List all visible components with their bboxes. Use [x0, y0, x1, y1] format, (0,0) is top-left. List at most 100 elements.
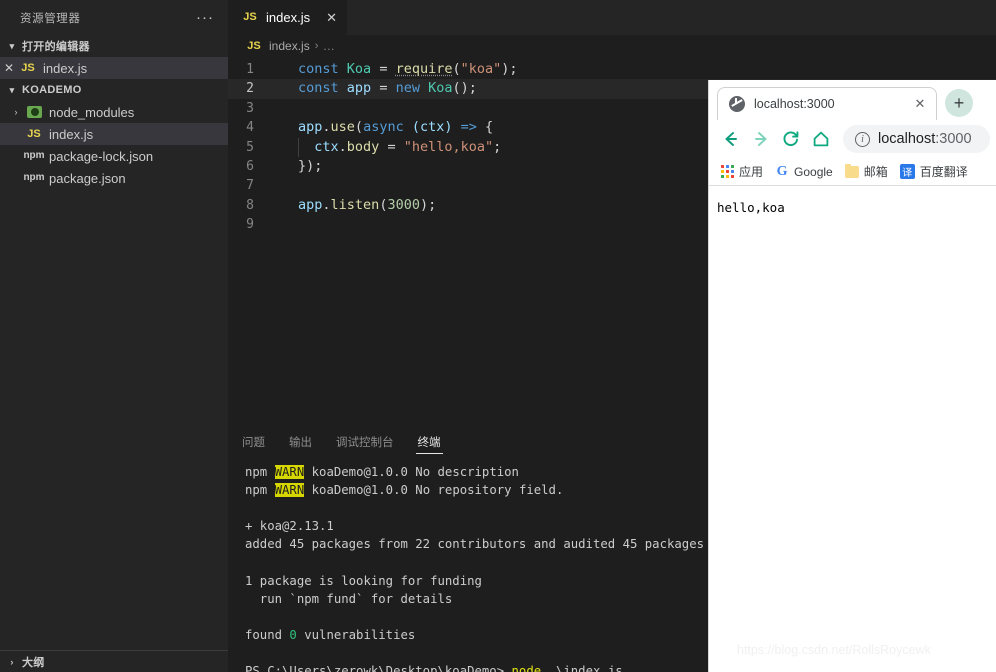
page-content: hello,koa: [709, 186, 996, 672]
more-actions-icon[interactable]: ···: [196, 10, 214, 25]
token-punct: ();: [452, 80, 477, 97]
terminal-line: found 0 vulnerabilities: [245, 628, 415, 642]
js-file-icon: JS: [243, 11, 257, 23]
warn-badge: WARN: [274, 483, 305, 498]
line-number: 7: [246, 178, 254, 194]
section-koademo[interactable]: ▾ KOADEMO: [0, 79, 228, 101]
terminal-line: run `npm fund` for details: [245, 591, 453, 606]
address-bar[interactable]: i localhost:3000: [843, 125, 990, 153]
back-arrow-icon[interactable]: [717, 125, 745, 153]
token-type: Koa: [428, 80, 453, 97]
address-port: :3000: [935, 131, 972, 147]
breadcrumb: JS index.js › ...: [228, 35, 996, 57]
browser-tab-title: localhost:3000: [754, 97, 835, 111]
token-number: 3000: [387, 196, 420, 213]
token-punct: .: [338, 138, 347, 155]
editor-tabbar: JS index.js ✕: [228, 0, 996, 35]
section-outline[interactable]: › 大纲: [0, 650, 228, 672]
tab-output[interactable]: 输出: [287, 426, 314, 457]
chevron-right-icon[interactable]: ›: [8, 104, 24, 120]
open-editor-item-index-js[interactable]: ✕ JS index.js: [0, 57, 228, 79]
line-number: 9: [246, 217, 254, 233]
token-function: listen: [330, 196, 380, 213]
tree-item-package-json[interactable]: npm package.json: [0, 167, 228, 189]
npm-file-icon: npm: [23, 172, 45, 183]
close-icon[interactable]: ✕: [912, 96, 928, 112]
terminal-line: npm WARN koaDemo@1.0.0 No repository fie…: [245, 483, 563, 498]
token-operator: =: [379, 80, 388, 97]
bookmarks-bar: 应用 G Google 邮箱 译 百度翻译: [709, 158, 996, 186]
tree-item-node-modules[interactable]: › node_modules: [0, 101, 228, 123]
code-line-text: app.use(async (ctx) => {: [274, 118, 493, 137]
terminal-prompt: PS C:\Users\zerowk\Desktop\koaDemo>: [245, 664, 512, 672]
code-line-text: app.listen(3000);: [274, 196, 436, 215]
token-punct: );: [501, 61, 518, 77]
terminal-number: 0: [289, 627, 297, 642]
line-number: 2: [246, 81, 254, 97]
token-type: Koa: [346, 61, 372, 77]
token-punct: {: [485, 119, 494, 136]
token-keyword: async: [363, 119, 404, 136]
browser-toolbar: i localhost:3000: [709, 120, 996, 158]
node-folder-icon: [24, 106, 44, 118]
token-keyword: new: [395, 80, 420, 97]
section-outline-header[interactable]: › 大纲: [0, 651, 228, 672]
google-g-icon: G: [776, 163, 788, 179]
token-punct: (: [354, 119, 364, 136]
token-function: use: [330, 119, 355, 136]
reload-icon[interactable]: [777, 125, 805, 153]
bookmark-label: 邮箱: [863, 165, 888, 179]
browser-tab-localhost[interactable]: localhost:3000 ✕: [717, 87, 937, 120]
warn-badge: WARN: [274, 465, 305, 479]
tree-item-label: package-lock.json: [49, 148, 154, 164]
terminal-prompt-line: PS C:\Users\zerowk\Desktop\koaDemo> node…: [245, 664, 623, 672]
home-icon[interactable]: [807, 125, 835, 153]
browser-tabstrip: localhost:3000 ✕ +: [709, 80, 996, 120]
bookmark-mail[interactable]: 邮箱: [842, 161, 891, 182]
token-arrow: =>: [460, 119, 477, 136]
tree-item-label: package.json: [49, 170, 126, 186]
terminal-command: node: [511, 664, 542, 672]
indent-guide: [298, 137, 299, 157]
breadcrumb-file[interactable]: index.js: [269, 39, 310, 53]
bookmark-google[interactable]: G Google: [772, 163, 836, 181]
breadcrumb-dots[interactable]: ...: [323, 39, 335, 53]
forward-arrow-icon[interactable]: [747, 125, 775, 153]
terminal-text: npm: [245, 483, 275, 498]
terminal-text: found: [245, 627, 290, 642]
token-punct: (: [452, 61, 461, 77]
tab-debug-console[interactable]: 调试控制台: [334, 426, 396, 457]
bookmark-apps[interactable]: 应用: [718, 161, 766, 182]
token-variable: ctx: [314, 138, 339, 155]
editor-tab-index-js[interactable]: JS index.js ✕: [228, 0, 348, 35]
tree-item-label: node_modules: [49, 104, 135, 120]
token-string: "koa": [460, 61, 502, 77]
tab-terminal[interactable]: 终端: [415, 426, 443, 457]
tree-item-package-lock-json[interactable]: npm package-lock.json: [0, 145, 228, 167]
js-file-icon: JS: [21, 61, 35, 74]
new-tab-button[interactable]: +: [945, 89, 973, 117]
explorer-sidebar: 资源管理器 ··· ▾ 打开的编辑器 ✕ JS index.js ▾ KOADE…: [0, 0, 228, 672]
section-open-editors-label: 打开的编辑器: [22, 41, 90, 53]
line-number: 8: [246, 197, 254, 213]
close-icon[interactable]: ✕: [326, 10, 337, 26]
explorer-title: 资源管理器: [20, 12, 81, 25]
info-icon[interactable]: i: [855, 131, 870, 147]
terminal-line: 1 package is looking for funding: [245, 573, 482, 588]
section-open-editors[interactable]: ▾ 打开的编辑器: [0, 35, 228, 57]
token-keyword: const: [298, 61, 339, 77]
chevron-down-icon: ▾: [9, 40, 15, 51]
js-file-icon: JS: [27, 127, 41, 140]
bookmark-label: Google: [794, 164, 833, 179]
tree-item-index-js[interactable]: JS index.js: [0, 123, 228, 145]
line-number: 4: [246, 120, 254, 136]
chrome-browser-window: localhost:3000 ✕ + i localhost:3000 应用 G…: [708, 80, 996, 672]
tab-problems[interactable]: 问题: [240, 426, 267, 457]
code-line-text: const Koa = require("koa");: [274, 60, 518, 79]
bookmark-baidu-translate[interactable]: 译 百度翻译: [897, 161, 971, 182]
close-icon[interactable]: ✕: [0, 62, 18, 74]
